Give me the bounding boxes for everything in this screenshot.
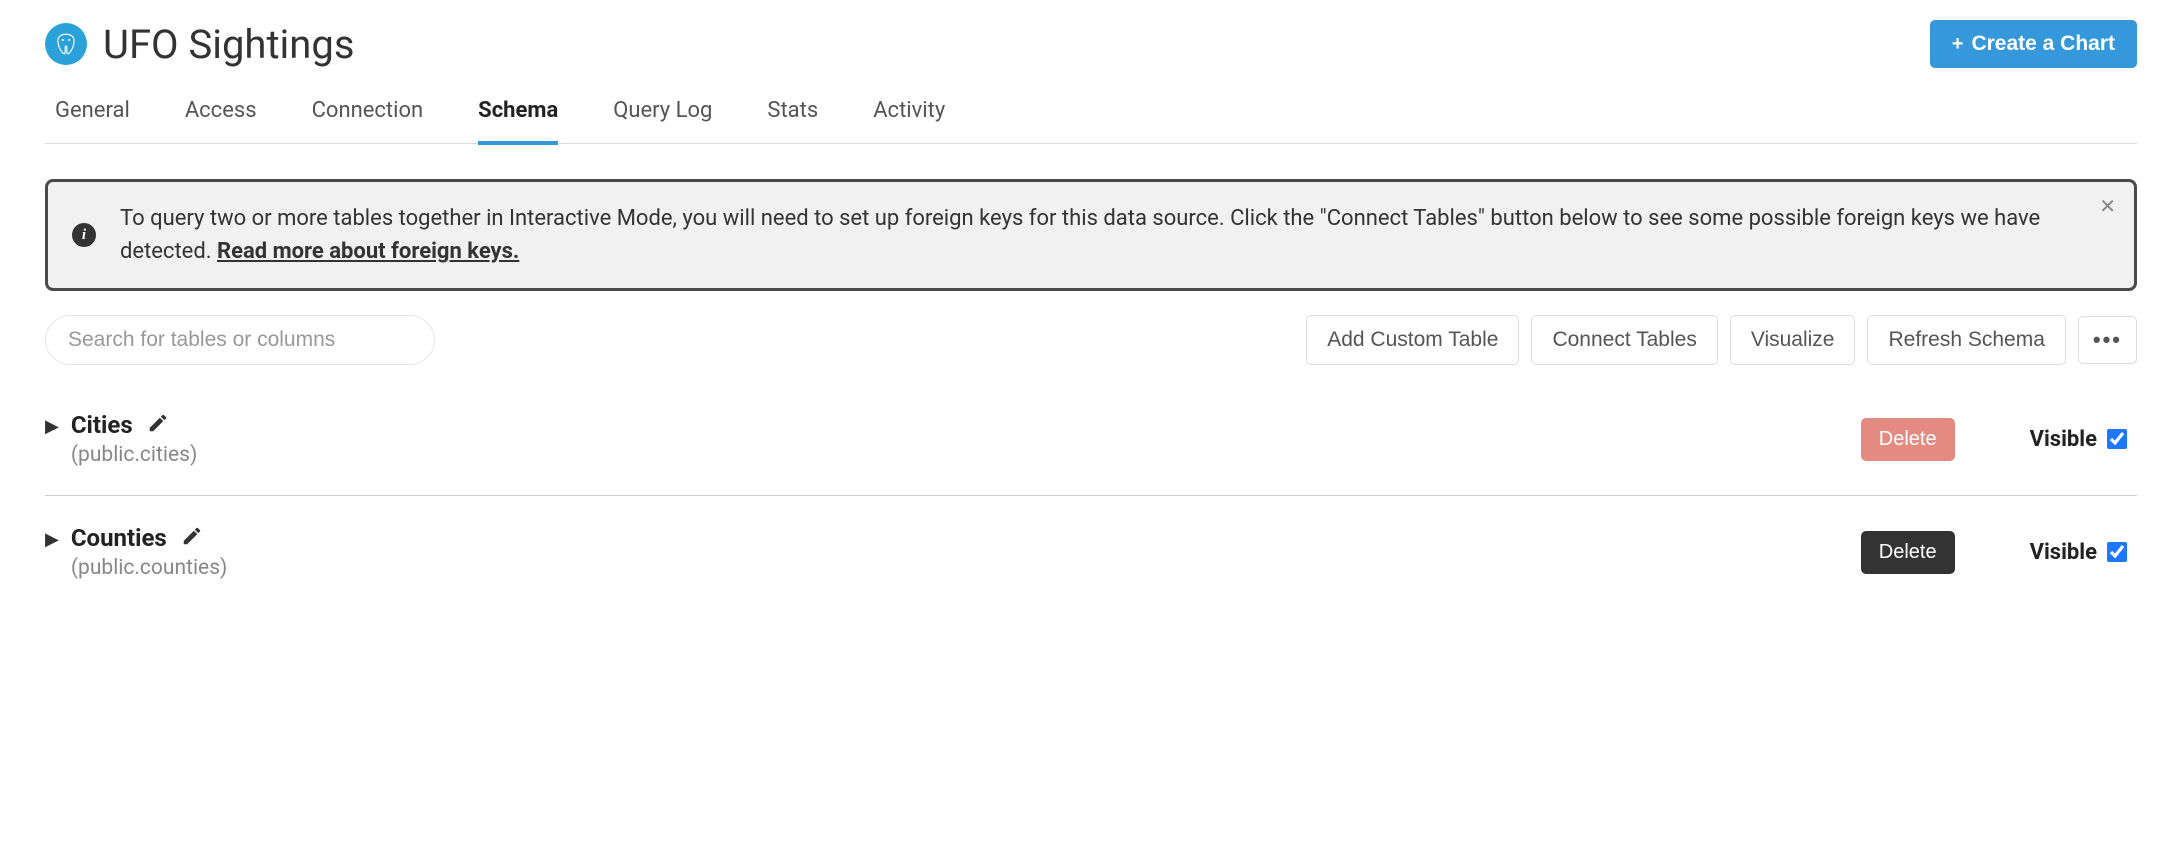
expand-icon[interactable]: ▶ (45, 529, 59, 550)
visible-toggle-group: Visible (2030, 427, 2127, 452)
create-chart-label: Create a Chart (1971, 32, 2115, 56)
table-row: ▶ Cities (public.cities) Delete Visible (45, 383, 2137, 496)
tab-schema[interactable]: Schema (478, 98, 558, 145)
connect-tables-button[interactable]: Connect Tables (1531, 315, 1717, 365)
title-group: UFO Sightings (45, 21, 354, 68)
tab-general[interactable]: General (55, 98, 130, 145)
visualize-button[interactable]: Visualize (1730, 315, 1856, 365)
close-icon[interactable]: ✕ (2099, 196, 2116, 216)
info-text: To query two or more tables together in … (120, 202, 2110, 268)
page-header: UFO Sightings + Create a Chart (45, 20, 2137, 68)
refresh-schema-button[interactable]: Refresh Schema (1867, 315, 2065, 365)
expand-icon[interactable]: ▶ (45, 416, 59, 437)
foreign-keys-link[interactable]: Read more about foreign keys. (217, 239, 519, 264)
table-name: Cities (71, 411, 133, 439)
table-row-right: Delete Visible (1861, 531, 2127, 574)
visible-checkbox[interactable] (2107, 542, 2127, 562)
tab-connection[interactable]: Connection (312, 98, 424, 145)
search-input[interactable] (45, 315, 435, 365)
visible-label: Visible (2030, 427, 2097, 452)
table-path: (public.cities) (71, 443, 197, 467)
table-name: Counties (71, 524, 167, 552)
visible-toggle-group: Visible (2030, 540, 2127, 565)
visible-label: Visible (2030, 540, 2097, 565)
postgres-icon (45, 23, 87, 65)
schema-toolbar: Add Custom Table Connect Tables Visualiz… (45, 315, 2137, 365)
table-row: ▶ Counties (public.counties) Delete Visi… (45, 496, 2137, 608)
more-menu-button[interactable]: ••• (2078, 316, 2137, 364)
tables-list: ▶ Cities (public.cities) Delete Visible … (45, 383, 2137, 608)
info-icon: i (72, 223, 96, 247)
tab-query-log[interactable]: Query Log (613, 98, 712, 145)
pencil-icon[interactable] (181, 525, 203, 552)
info-banner: i To query two or more tables together i… (45, 179, 2137, 291)
table-path: (public.counties) (71, 556, 228, 580)
delete-button[interactable]: Delete (1861, 531, 1955, 574)
create-chart-button[interactable]: + Create a Chart (1930, 20, 2137, 68)
add-custom-table-button[interactable]: Add Custom Table (1306, 315, 1519, 365)
tab-access[interactable]: Access (185, 98, 257, 145)
plus-icon: + (1952, 33, 1964, 56)
pencil-icon[interactable] (147, 412, 169, 439)
page-title: UFO Sightings (103, 21, 354, 68)
tab-stats[interactable]: Stats (767, 98, 818, 145)
tabs-nav: General Access Connection Schema Query L… (45, 98, 2137, 144)
visible-checkbox[interactable] (2107, 429, 2127, 449)
table-row-left: ▶ Counties (public.counties) (45, 524, 227, 580)
table-row-right: Delete Visible (1861, 418, 2127, 461)
toolbar-buttons: Add Custom Table Connect Tables Visualiz… (1306, 315, 2137, 365)
table-row-left: ▶ Cities (public.cities) (45, 411, 197, 467)
tab-activity[interactable]: Activity (873, 98, 945, 145)
delete-button[interactable]: Delete (1861, 418, 1955, 461)
